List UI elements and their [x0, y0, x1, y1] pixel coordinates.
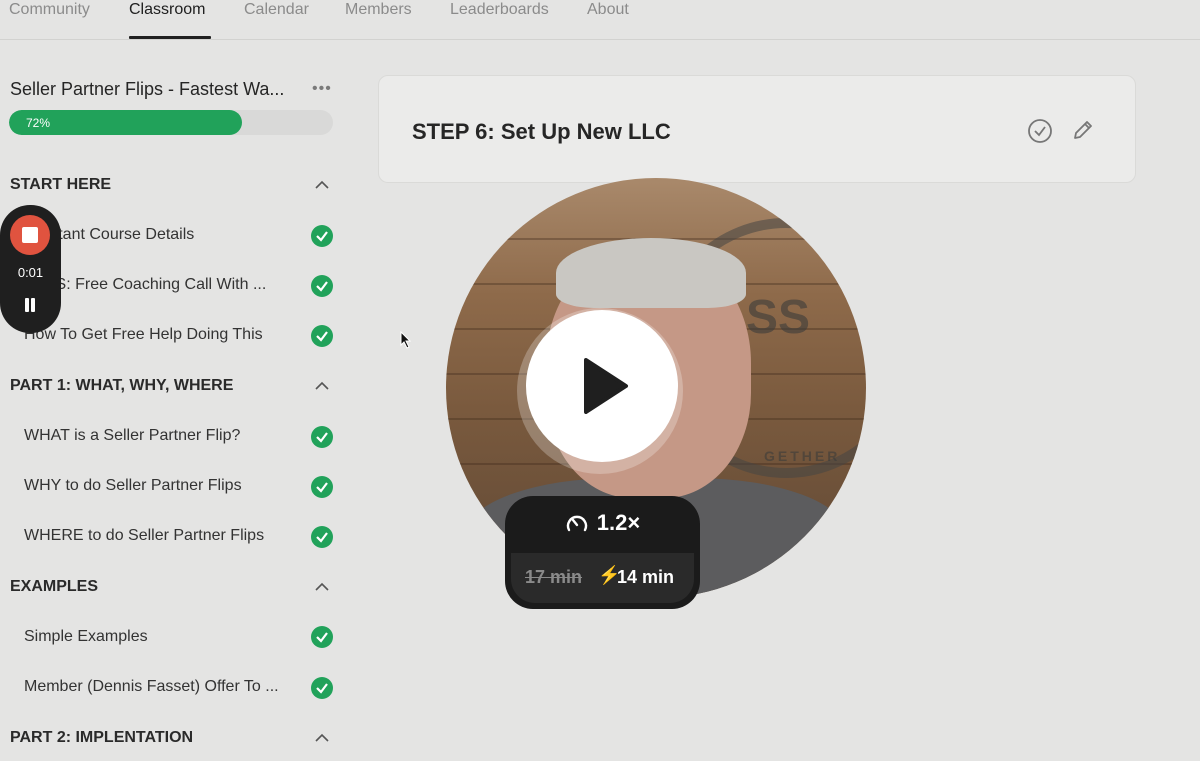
lesson-item[interactable]: How To Get Free Help Doing This [24, 326, 263, 344]
presenter-cap [556, 238, 746, 308]
lesson-item[interactable]: ortant Course Details [44, 226, 194, 244]
playback-speed-badge[interactable]: 1.2× 17 min ⚡ 14 min [505, 496, 700, 609]
original-duration: 17 min [525, 567, 583, 587]
section-title-examples[interactable]: EXAMPLES [10, 578, 98, 596]
chevron-up-icon[interactable] [314, 733, 330, 743]
chevron-up-icon[interactable] [314, 582, 330, 592]
sped-up-duration: 14 min [617, 567, 675, 587]
lesson-item[interactable]: WHERE to do Seller Partner Flips [24, 527, 264, 545]
wall-logo-word: GETHER [764, 448, 841, 464]
speed-row: 1.2× [505, 510, 700, 540]
lesson-item[interactable]: WHAT is a Seller Partner Flip? [24, 427, 240, 445]
completed-check-icon [311, 626, 333, 648]
tab-about[interactable]: About [587, 1, 629, 19]
chevron-up-icon[interactable] [314, 180, 330, 190]
speedometer-icon [566, 515, 587, 532]
section-title-start-here[interactable]: START HERE [10, 176, 111, 194]
lesson-header-card: STEP 6: Set Up New LLC [378, 75, 1136, 183]
lesson-item[interactable]: US: Free Coaching Call With ... [44, 276, 266, 294]
wall-logo-letters: SS [746, 291, 811, 344]
chevron-up-icon[interactable] [314, 381, 330, 391]
recording-timer: 0:01 [17, 265, 44, 280]
lesson-item[interactable]: WHY to do Seller Partner Flips [24, 477, 242, 495]
tab-calendar[interactable]: Calendar [244, 1, 309, 19]
top-nav: Community Classroom Calendar Members Lea… [0, 0, 1200, 40]
play-icon [584, 358, 628, 414]
tab-members[interactable]: Members [345, 1, 412, 19]
stop-recording-button[interactable] [10, 215, 50, 255]
course-progress-bar [9, 110, 333, 135]
tab-leaderboards[interactable]: Leaderboards [450, 1, 549, 19]
playback-speed-value: 1.2× [596, 510, 641, 535]
completed-check-icon [311, 275, 333, 297]
completed-check-icon [311, 526, 333, 548]
play-button[interactable] [526, 310, 678, 462]
lesson-title: STEP 6: Set Up New LLC [412, 119, 671, 144]
screen-recorder-widget: 0:01 [0, 205, 61, 333]
completed-check-icon [311, 426, 333, 448]
pause-recording-button[interactable] [22, 297, 38, 313]
edit-pencil-icon[interactable] [1071, 118, 1095, 142]
section-title-part-2[interactable]: PART 2: IMPLENTATION [10, 729, 193, 747]
section-title-part-1[interactable]: PART 1: WHAT, WHY, WHERE [10, 377, 233, 395]
more-options-icon[interactable]: ••• [312, 80, 332, 98]
active-tab-indicator [129, 36, 211, 39]
completed-check-icon [311, 677, 333, 699]
lesson-item[interactable]: Member (Dennis Fasset) Offer To ... [24, 678, 279, 696]
course-title: Seller Partner Flips - Fastest Wa... [10, 79, 285, 99]
lesson-item[interactable]: Simple Examples [24, 628, 148, 646]
completed-check-icon [311, 325, 333, 347]
tab-classroom[interactable]: Classroom [129, 1, 205, 19]
duration-row: 17 min ⚡ 14 min [511, 553, 694, 603]
completed-check-icon [311, 225, 333, 247]
completed-check-icon [311, 476, 333, 498]
mark-complete-icon[interactable] [1027, 118, 1053, 144]
course-progress-label: 72% [26, 116, 51, 130]
mouse-cursor-icon [400, 331, 412, 349]
tab-community[interactable]: Community [9, 1, 90, 19]
